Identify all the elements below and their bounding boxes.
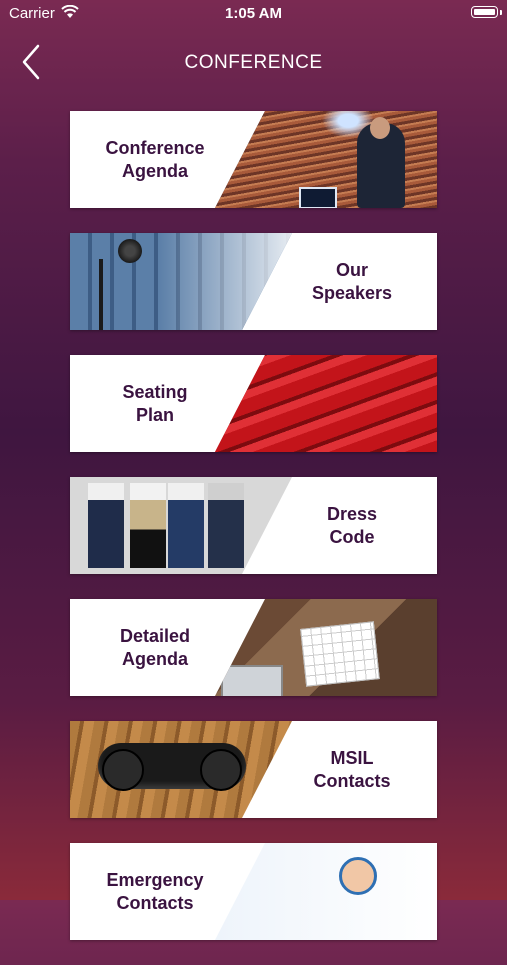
conference-hall-image [215,111,437,208]
page-title: CONFERENCE [184,52,323,73]
mic-stand [99,259,103,330]
person-figure [88,483,124,568]
status-time: 1:05 AM [225,5,282,22]
person-figure [168,483,204,568]
menu-item-label: Our Speakers [311,259,393,303]
telephone-image [70,721,292,818]
menu-item-emergency-contacts[interactable]: Emergency Contacts [70,843,437,940]
menu-item-label: MSIL Contacts [313,747,391,791]
battery-icon [471,6,498,18]
menu-item-label: Conference Agenda [105,137,205,181]
dress-code-image [70,477,292,574]
menu-item-label: Emergency Contacts [106,869,204,913]
calendar-icon [300,621,380,687]
laptop-graphic [299,187,337,208]
person-figure [130,483,166,568]
status-bar: Carrier 1:05 AM [0,0,507,26]
speaker-head [370,117,390,139]
battery-tip [500,10,502,15]
person-figure [208,483,244,568]
menu-item-conference-agenda[interactable]: Conference Agenda [70,111,437,208]
menu-item-dress-code[interactable]: Dress Code [70,477,437,574]
menu-item-label: Dress Code [326,503,378,547]
menu-item-label: Seating Plan [122,381,188,425]
phone-handset-icon [98,743,246,791]
support-agent-image [215,843,437,940]
menu-item-label: Detailed Agenda [119,625,191,669]
calendar-desk-image [215,599,437,696]
red-seats-image [215,355,437,452]
nav-bar: CONFERENCE [0,26,507,98]
microphone-image [70,233,292,330]
microphone-icon [118,239,142,263]
conference-menu: Conference Agenda Our Speakers Seating P… [70,111,437,965]
support-agent-icon [339,857,377,895]
menu-item-seating-plan[interactable]: Seating Plan [70,355,437,452]
menu-item-msil-contacts[interactable]: MSIL Contacts [70,721,437,818]
menu-item-detailed-agenda[interactable]: Detailed Agenda [70,599,437,696]
menu-item-our-speakers[interactable]: Our Speakers [70,233,437,330]
